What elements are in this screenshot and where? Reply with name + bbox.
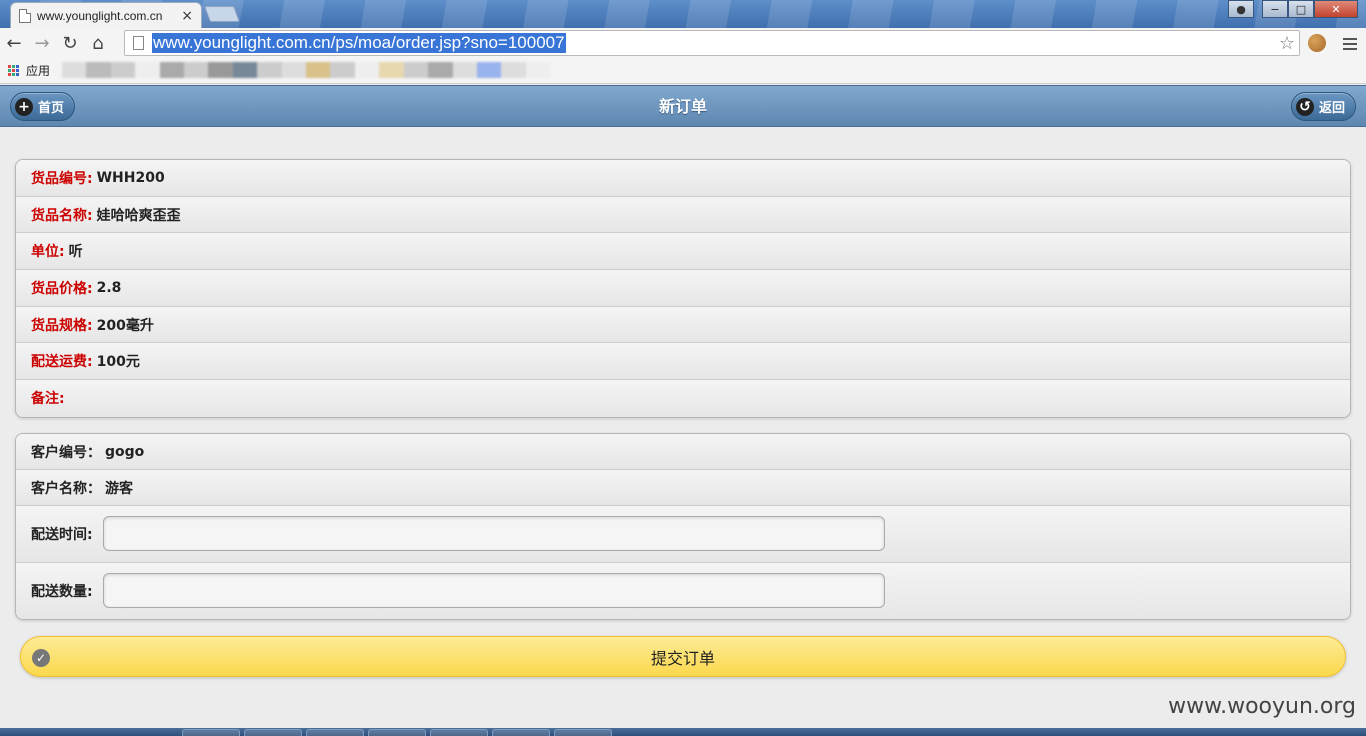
- back-button[interactable]: ↺ 返回: [1290, 92, 1356, 121]
- apps-label[interactable]: 应用: [26, 62, 50, 79]
- user-icon[interactable]: ●: [1228, 0, 1254, 18]
- customer-name-value: 游客: [105, 480, 133, 497]
- page-header: + 首页 新订单 ↺ 返回: [0, 85, 1366, 127]
- bookmarks-bar: 应用: [0, 58, 1366, 84]
- minimize-button[interactable]: −: [1262, 0, 1288, 18]
- product-code-label: 货品编号:: [31, 170, 93, 187]
- taskbar-item[interactable]: [430, 729, 488, 736]
- customer-id-label: 客户编号：: [31, 444, 101, 461]
- window-controls: ●: [1228, 0, 1254, 18]
- back-button-label: 返回: [1318, 101, 1345, 116]
- list-item: 备注:: [16, 380, 1350, 417]
- taskbar-item[interactable]: [244, 729, 302, 736]
- taskbar-item[interactable]: [182, 729, 240, 736]
- tab-title: www.younglight.com.cn: [37, 8, 163, 23]
- reload-icon[interactable]: ↻: [56, 29, 84, 57]
- unit-value: 听: [68, 244, 83, 261]
- close-window-button[interactable]: ✕: [1314, 0, 1358, 18]
- browser-toolbar: ← → ↻ ⌂ www.younglight.com.cn/ps/moa/ord…: [0, 28, 1366, 58]
- list-item: 货品价格: 2.8: [16, 270, 1350, 307]
- back-icon[interactable]: ←: [0, 29, 28, 57]
- tabstrip-background: [0, 0, 1366, 28]
- price-label: 货品价格:: [31, 280, 93, 297]
- tab-strip: www.younglight.com.cn ×: [0, 0, 1366, 28]
- list-item: 货品名称: 娃哈哈爽歪歪: [16, 196, 1350, 234]
- page-title: 新订单: [658, 97, 707, 116]
- address-bar[interactable]: www.younglight.com.cn/ps/moa/order.jsp?s…: [124, 30, 1300, 56]
- unit-label: 单位:: [31, 244, 65, 261]
- delivery-time-label: 配送时间:: [31, 526, 93, 543]
- taskbar-item[interactable]: [554, 729, 612, 736]
- submit-order-label: 提交订单: [650, 648, 715, 668]
- url-text[interactable]: www.younglight.com.cn/ps/moa/order.jsp?s…: [152, 33, 566, 53]
- new-tab-button[interactable]: [204, 6, 240, 22]
- window-buttons: − □ ✕: [1262, 0, 1358, 18]
- list-item: 配送时间:: [16, 506, 1350, 563]
- check-icon: ✓: [32, 649, 50, 667]
- home-icon[interactable]: ⌂: [84, 29, 112, 57]
- tab-close-icon[interactable]: ×: [181, 8, 193, 24]
- watermark: www.wooyun.org: [1168, 694, 1356, 719]
- blurred-bookmarks: [62, 62, 551, 78]
- list-item: 配送数量:: [16, 562, 1350, 619]
- product-name-label: 货品名称:: [31, 207, 93, 224]
- spec-value: 200毫升: [96, 317, 154, 334]
- taskbar-item[interactable]: [368, 729, 426, 736]
- browser-tab[interactable]: www.younglight.com.cn ×: [10, 2, 202, 28]
- forward-icon[interactable]: →: [28, 29, 56, 57]
- taskbar: [0, 728, 1366, 736]
- taskbar-item[interactable]: [306, 729, 364, 736]
- page-icon: [19, 8, 31, 23]
- remark-label: 备注:: [31, 391, 65, 408]
- list-item: 货品编号: WHH200: [16, 160, 1350, 197]
- shipping-fee-value: 100元: [96, 354, 140, 371]
- shipping-fee-label: 配送运费:: [31, 354, 93, 371]
- back-icon: ↺: [1295, 97, 1314, 116]
- customer-info-list: 客户编号： gogo 客户名称： 游客 配送时间: 配送数量:: [15, 433, 1351, 620]
- customer-id-value: gogo: [105, 443, 145, 460]
- customer-name-label: 客户名称：: [31, 480, 101, 497]
- submit-order-button[interactable]: ✓ 提交订单: [20, 636, 1346, 677]
- spec-label: 货品规格:: [31, 317, 93, 334]
- list-item: 客户名称： 游客: [16, 470, 1350, 506]
- list-item: 客户编号： gogo: [16, 434, 1350, 470]
- maximize-button[interactable]: □: [1288, 0, 1314, 18]
- delivery-quantity-input[interactable]: [103, 573, 885, 609]
- cookie-extension-icon[interactable]: [1308, 34, 1326, 52]
- taskbar-item[interactable]: [492, 729, 550, 736]
- list-item: 货品规格: 200毫升: [16, 306, 1350, 344]
- list-item: 单位: 听: [16, 233, 1350, 271]
- page-icon: [133, 36, 144, 50]
- delivery-quantity-label: 配送数量:: [31, 583, 93, 600]
- apps-icon[interactable]: [8, 64, 20, 77]
- list-item: 配送运费: 100元: [16, 343, 1350, 381]
- product-info-list: 货品编号: WHH200 货品名称: 娃哈哈爽歪歪 单位: 听 货品价格: 2.…: [15, 159, 1351, 418]
- product-name-value: 娃哈哈爽歪歪: [96, 207, 181, 224]
- bookmark-star-icon[interactable]: ☆: [1279, 33, 1295, 54]
- menu-icon[interactable]: [1343, 35, 1357, 53]
- product-code-value: WHH200: [96, 169, 165, 186]
- delivery-time-input[interactable]: [103, 516, 885, 552]
- price-value: 2.8: [96, 279, 122, 296]
